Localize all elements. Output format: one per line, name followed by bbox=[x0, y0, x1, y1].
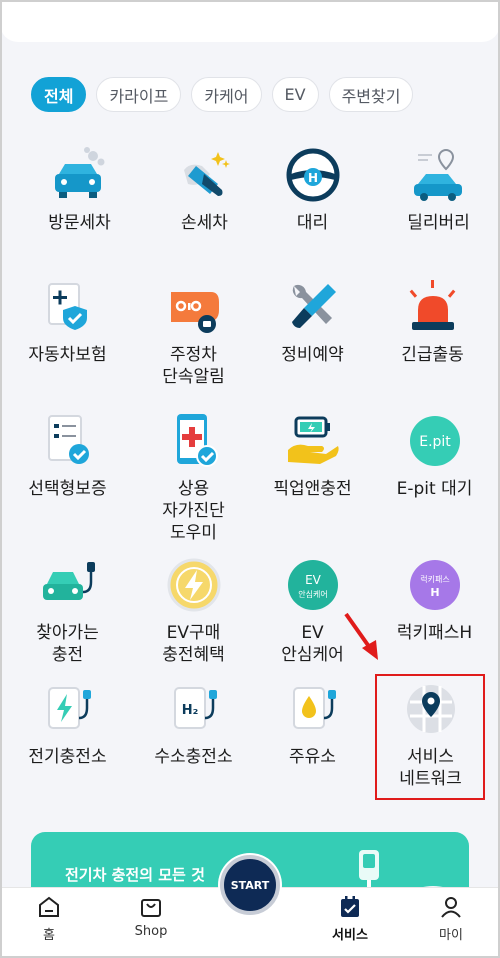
car-wash-icon bbox=[49, 144, 111, 206]
service-repair-booking[interactable]: 정비예약 bbox=[250, 276, 375, 366]
tab-home[interactable]: 홈 bbox=[4, 894, 94, 943]
person-icon bbox=[441, 897, 461, 918]
start-label: START bbox=[230, 878, 270, 892]
service-label: 상용 자가진단 도우미 bbox=[162, 479, 225, 543]
pickup-charge-icon bbox=[282, 410, 344, 472]
service-self-diagnosis[interactable]: 상용 자가진단 도우미 bbox=[131, 410, 256, 544]
tab-service[interactable]: 서비스 bbox=[305, 894, 395, 943]
service-label: 선택형보증 bbox=[28, 479, 107, 499]
tab-label: 홈 bbox=[43, 928, 55, 943]
tab-shop[interactable]: Shop bbox=[106, 894, 196, 939]
service-delivery[interactable]: 딜리버리 bbox=[376, 144, 500, 234]
category-chips: 전체 카라이프 카케어 EV 주변찾기 bbox=[31, 77, 414, 112]
banner-text: 전기차 충전의 모든 것 bbox=[65, 866, 205, 884]
service-label: EV 안심케어 bbox=[281, 623, 344, 665]
service-visit-wash[interactable]: 방문세차 bbox=[17, 144, 142, 234]
insurance-icon bbox=[37, 276, 99, 338]
gas-station-icon bbox=[282, 678, 344, 740]
service-label: EV구매 충전혜택 bbox=[162, 623, 225, 665]
chip-nearby[interactable]: 주변찾기 bbox=[328, 77, 414, 112]
service-gas-station[interactable]: 주유소 bbox=[250, 678, 375, 768]
chip-carlife[interactable]: 카라이프 bbox=[96, 77, 182, 112]
service-parking-alert[interactable]: 주정차 단속알림 bbox=[131, 276, 256, 388]
service-selective-warranty[interactable]: 선택형보증 bbox=[5, 410, 130, 500]
tab-label: 서비스 bbox=[332, 928, 368, 943]
service-ev-purchase-benefit[interactable]: EV구매 충전혜택 bbox=[131, 554, 256, 666]
highlight-box bbox=[375, 674, 485, 800]
emergency-siren-icon bbox=[402, 276, 464, 338]
self-diagnosis-icon bbox=[163, 410, 225, 472]
service-emergency[interactable]: 긴급출동 bbox=[370, 276, 495, 366]
epit-icon: E.pit bbox=[404, 410, 466, 472]
ev-benefit-icon bbox=[163, 554, 225, 616]
service-label: 주정차 단속알림 bbox=[162, 345, 225, 387]
service-ev-station[interactable]: 전기충전소 bbox=[5, 678, 130, 768]
service-label: 럭키패스H bbox=[396, 623, 473, 643]
steering-wheel-icon: H bbox=[282, 144, 344, 206]
svg-text:H: H bbox=[307, 171, 317, 185]
ev-station-icon bbox=[37, 678, 99, 740]
service-label: 정비예약 bbox=[281, 345, 344, 365]
tab-label: 마이 bbox=[439, 928, 463, 943]
delivery-car-icon bbox=[408, 144, 470, 206]
service-label: 픽업앤충전 bbox=[273, 479, 352, 499]
parking-alert-icon bbox=[163, 276, 225, 338]
top-card bbox=[0, 0, 500, 42]
warranty-checklist-icon bbox=[37, 410, 99, 472]
calendar-check-icon bbox=[341, 896, 359, 917]
service-label: 주유소 bbox=[289, 747, 336, 767]
service-epit-wait[interactable]: E.pit E-pit 대기 bbox=[372, 410, 497, 500]
repair-tools-icon bbox=[282, 276, 344, 338]
shopping-bag-icon bbox=[141, 899, 161, 917]
service-car-insurance[interactable]: 자동차보험 bbox=[5, 276, 130, 366]
service-hand-wash[interactable]: 손세차 bbox=[142, 144, 267, 234]
home-icon bbox=[39, 896, 59, 917]
tab-my[interactable]: 마이 bbox=[406, 894, 496, 943]
service-label: 손세차 bbox=[181, 213, 228, 233]
service-mobile-charging[interactable]: 찾아가는 충전 bbox=[5, 554, 130, 666]
service-label: 방문세차 bbox=[48, 213, 111, 233]
service-label: 딜리버리 bbox=[407, 213, 470, 233]
chip-all[interactable]: 전체 bbox=[31, 77, 87, 112]
tab-label: Shop bbox=[134, 924, 168, 939]
lucky-pass-icon: 럭키패스 H bbox=[404, 554, 466, 616]
chip-carcare[interactable]: 카케어 bbox=[191, 77, 262, 112]
hydrogen-station-icon: H₂ bbox=[163, 678, 225, 740]
service-hydrogen-station[interactable]: H₂ 수소충전소 bbox=[131, 678, 256, 768]
chip-ev[interactable]: EV bbox=[271, 77, 319, 112]
service-label: 찾아가는 충전 bbox=[36, 623, 99, 665]
svg-text:럭키패스: 럭키패스 bbox=[420, 574, 449, 584]
service-label: 자동차보험 bbox=[28, 345, 107, 365]
red-arrow-icon bbox=[344, 612, 378, 660]
service-label: 긴급출동 bbox=[401, 345, 464, 365]
svg-text:H: H bbox=[430, 586, 439, 599]
service-pickup-charge[interactable]: 픽업앤충전 bbox=[250, 410, 375, 500]
service-label: E-pit 대기 bbox=[396, 479, 473, 499]
service-label: 전기충전소 bbox=[28, 747, 107, 767]
service-designated-driver[interactable]: H 대리 bbox=[250, 144, 375, 234]
svg-text:안심케어: 안심케어 bbox=[298, 589, 327, 599]
service-label: 대리 bbox=[296, 213, 329, 233]
svg-text:E.pit: E.pit bbox=[419, 434, 451, 450]
hand-wash-icon bbox=[174, 144, 236, 206]
svg-text:EV: EV bbox=[305, 573, 322, 587]
mobile-charging-icon bbox=[37, 554, 99, 616]
service-lucky-pass[interactable]: 럭키패스 H 럭키패스H bbox=[372, 554, 497, 644]
ev-care-icon: EV 안심케어 bbox=[282, 554, 344, 616]
service-label: 수소충전소 bbox=[154, 747, 233, 767]
svg-text:H₂: H₂ bbox=[181, 703, 198, 718]
start-button[interactable]: START bbox=[220, 855, 280, 915]
